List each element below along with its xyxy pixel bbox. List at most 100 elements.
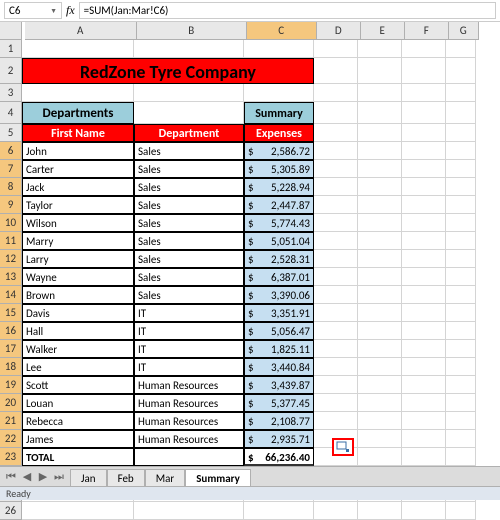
cell[interactable] [446,430,476,448]
cell[interactable] [314,178,358,196]
cell[interactable] [402,124,446,142]
first-name-cell[interactable]: Louan [22,394,134,412]
department-cell[interactable]: Human Resources [134,412,244,430]
department-cell[interactable]: Sales [134,196,244,214]
column-header-g[interactable]: G [449,22,479,40]
department-cell[interactable]: Human Resources [134,430,244,448]
cell[interactable] [358,268,402,286]
cell[interactable] [446,84,476,102]
cell[interactable] [402,250,446,268]
cell[interactable] [358,286,402,304]
expense-cell[interactable]: $6,387.01 [244,268,314,286]
cell[interactable] [134,502,244,520]
cell[interactable] [358,232,402,250]
row-header[interactable]: 19 [0,376,22,394]
cell[interactable] [446,394,476,412]
row-header[interactable]: 7 [0,160,22,178]
expense-cell[interactable]: $5,056.47 [244,322,314,340]
cell[interactable] [446,448,476,466]
cell[interactable] [402,196,446,214]
first-name-cell[interactable]: Larry [22,250,134,268]
cell[interactable] [358,142,402,160]
cell[interactable] [314,394,358,412]
first-name-cell[interactable]: Jack [22,178,134,196]
row-header[interactable]: 20 [0,394,22,412]
cell[interactable] [314,124,358,142]
cell[interactable] [446,358,476,376]
row-header[interactable]: 11 [0,232,22,250]
first-name-cell[interactable]: Davis [22,304,134,322]
cell[interactable] [402,376,446,394]
row-header[interactable]: 16 [0,322,22,340]
department-cell[interactable]: Sales [134,286,244,304]
cell[interactable] [358,178,402,196]
cell[interactable] [314,322,358,340]
expense-cell[interactable]: $2,108.77 [244,412,314,430]
cell[interactable] [402,232,446,250]
row-header[interactable]: 23 [0,448,22,466]
cell[interactable] [358,102,402,124]
column-header-f[interactable]: F [405,22,449,40]
name-box[interactable]: C6 ▼ [4,2,62,19]
expense-cell[interactable]: $3,390.06 [244,286,314,304]
cell[interactable] [134,102,244,124]
sheet-tab-jan[interactable]: Jan [70,469,107,487]
department-cell[interactable]: IT [134,322,244,340]
first-name-cell[interactable]: Wayne [22,268,134,286]
department-cell[interactable]: Sales [134,142,244,160]
cell[interactable] [446,214,476,232]
first-name-cell[interactable]: Walker [22,340,134,358]
expense-cell[interactable]: $3,440.84 [244,358,314,376]
cell[interactable] [358,340,402,358]
cell[interactable] [314,304,358,322]
cell[interactable] [314,268,358,286]
formula-input[interactable]: =SUM(Jan:Mar!C6) [79,2,496,19]
fx-icon[interactable]: fx [66,3,75,18]
cell[interactable] [314,40,358,58]
cell[interactable] [446,304,476,322]
expenses-header[interactable]: Expenses [244,124,314,142]
cell[interactable] [446,322,476,340]
cell[interactable] [402,358,446,376]
cell[interactable] [402,160,446,178]
cell[interactable] [402,448,446,466]
first-name-cell[interactable]: Marry [22,232,134,250]
cell[interactable] [314,502,358,520]
column-header-d[interactable]: D [317,22,361,40]
column-header-e[interactable]: E [361,22,405,40]
column-header-b[interactable]: B [137,22,247,40]
cell[interactable] [358,40,402,58]
cell[interactable] [358,124,402,142]
department-cell[interactable]: Sales [134,250,244,268]
sheet-tab-summary[interactable]: Summary [185,469,251,487]
cell[interactable] [314,84,358,102]
cell[interactable] [22,40,134,58]
cell[interactable] [314,102,358,124]
row-header[interactable]: 8 [0,178,22,196]
cell[interactable] [358,84,402,102]
department-header[interactable]: Department [134,124,244,142]
row-header[interactable]: 14 [0,286,22,304]
row-header[interactable]: 3 [0,84,22,102]
cell[interactable] [446,268,476,286]
cell[interactable] [314,58,358,84]
tab-prev-icon[interactable]: ◀ [20,470,34,484]
row-header[interactable]: 2 [0,58,22,84]
cell[interactable] [446,250,476,268]
cell[interactable] [402,286,446,304]
row-header[interactable]: 26 [0,502,22,520]
cell[interactable] [402,142,446,160]
expense-cell[interactable]: $3,439.87 [244,376,314,394]
cell[interactable] [402,412,446,430]
expense-cell[interactable]: $5,377.45 [244,394,314,412]
department-cell[interactable]: Sales [134,232,244,250]
cell[interactable] [358,358,402,376]
cell[interactable] [314,232,358,250]
row-header[interactable]: 21 [0,412,22,430]
cell[interactable] [446,178,476,196]
department-cell[interactable]: IT [134,358,244,376]
cell[interactable] [358,502,402,520]
cell[interactable] [402,304,446,322]
cell[interactable] [244,502,314,520]
cell[interactable] [244,40,314,58]
